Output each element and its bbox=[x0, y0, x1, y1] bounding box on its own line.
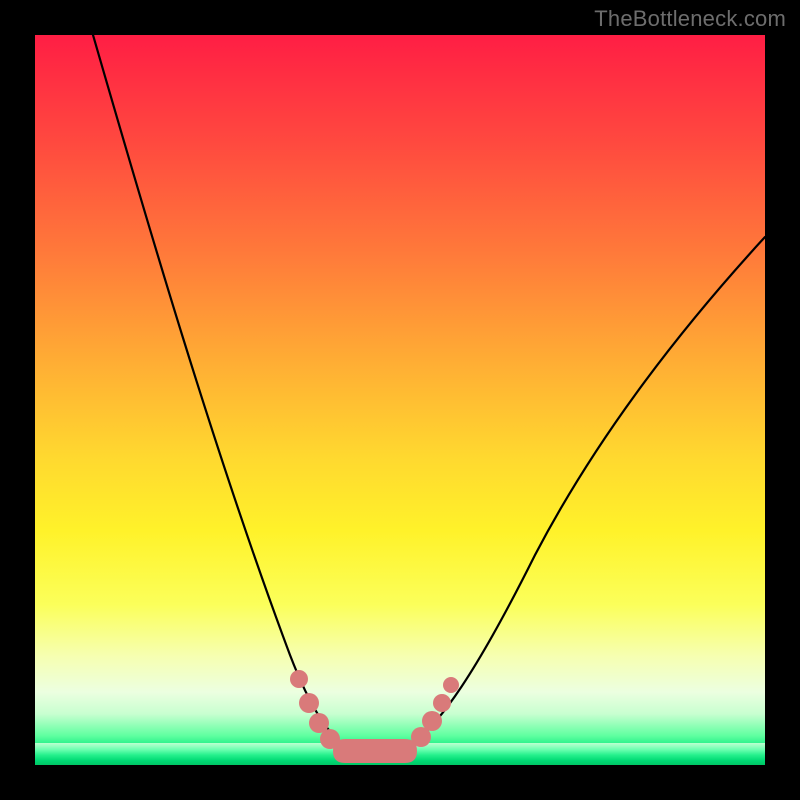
marker-dot bbox=[299, 693, 319, 713]
marker-cluster-trough bbox=[333, 739, 417, 763]
marker-dot bbox=[443, 677, 459, 693]
marker-dot bbox=[290, 670, 308, 688]
watermark-text: TheBottleneck.com bbox=[594, 6, 786, 32]
marker-dot bbox=[433, 694, 451, 712]
marker-dot bbox=[422, 711, 442, 731]
marker-dot bbox=[320, 729, 340, 749]
curve-layer bbox=[35, 35, 765, 765]
plot-area bbox=[35, 35, 765, 765]
bottleneck-curve bbox=[93, 35, 765, 757]
chart-frame: TheBottleneck.com bbox=[0, 0, 800, 800]
